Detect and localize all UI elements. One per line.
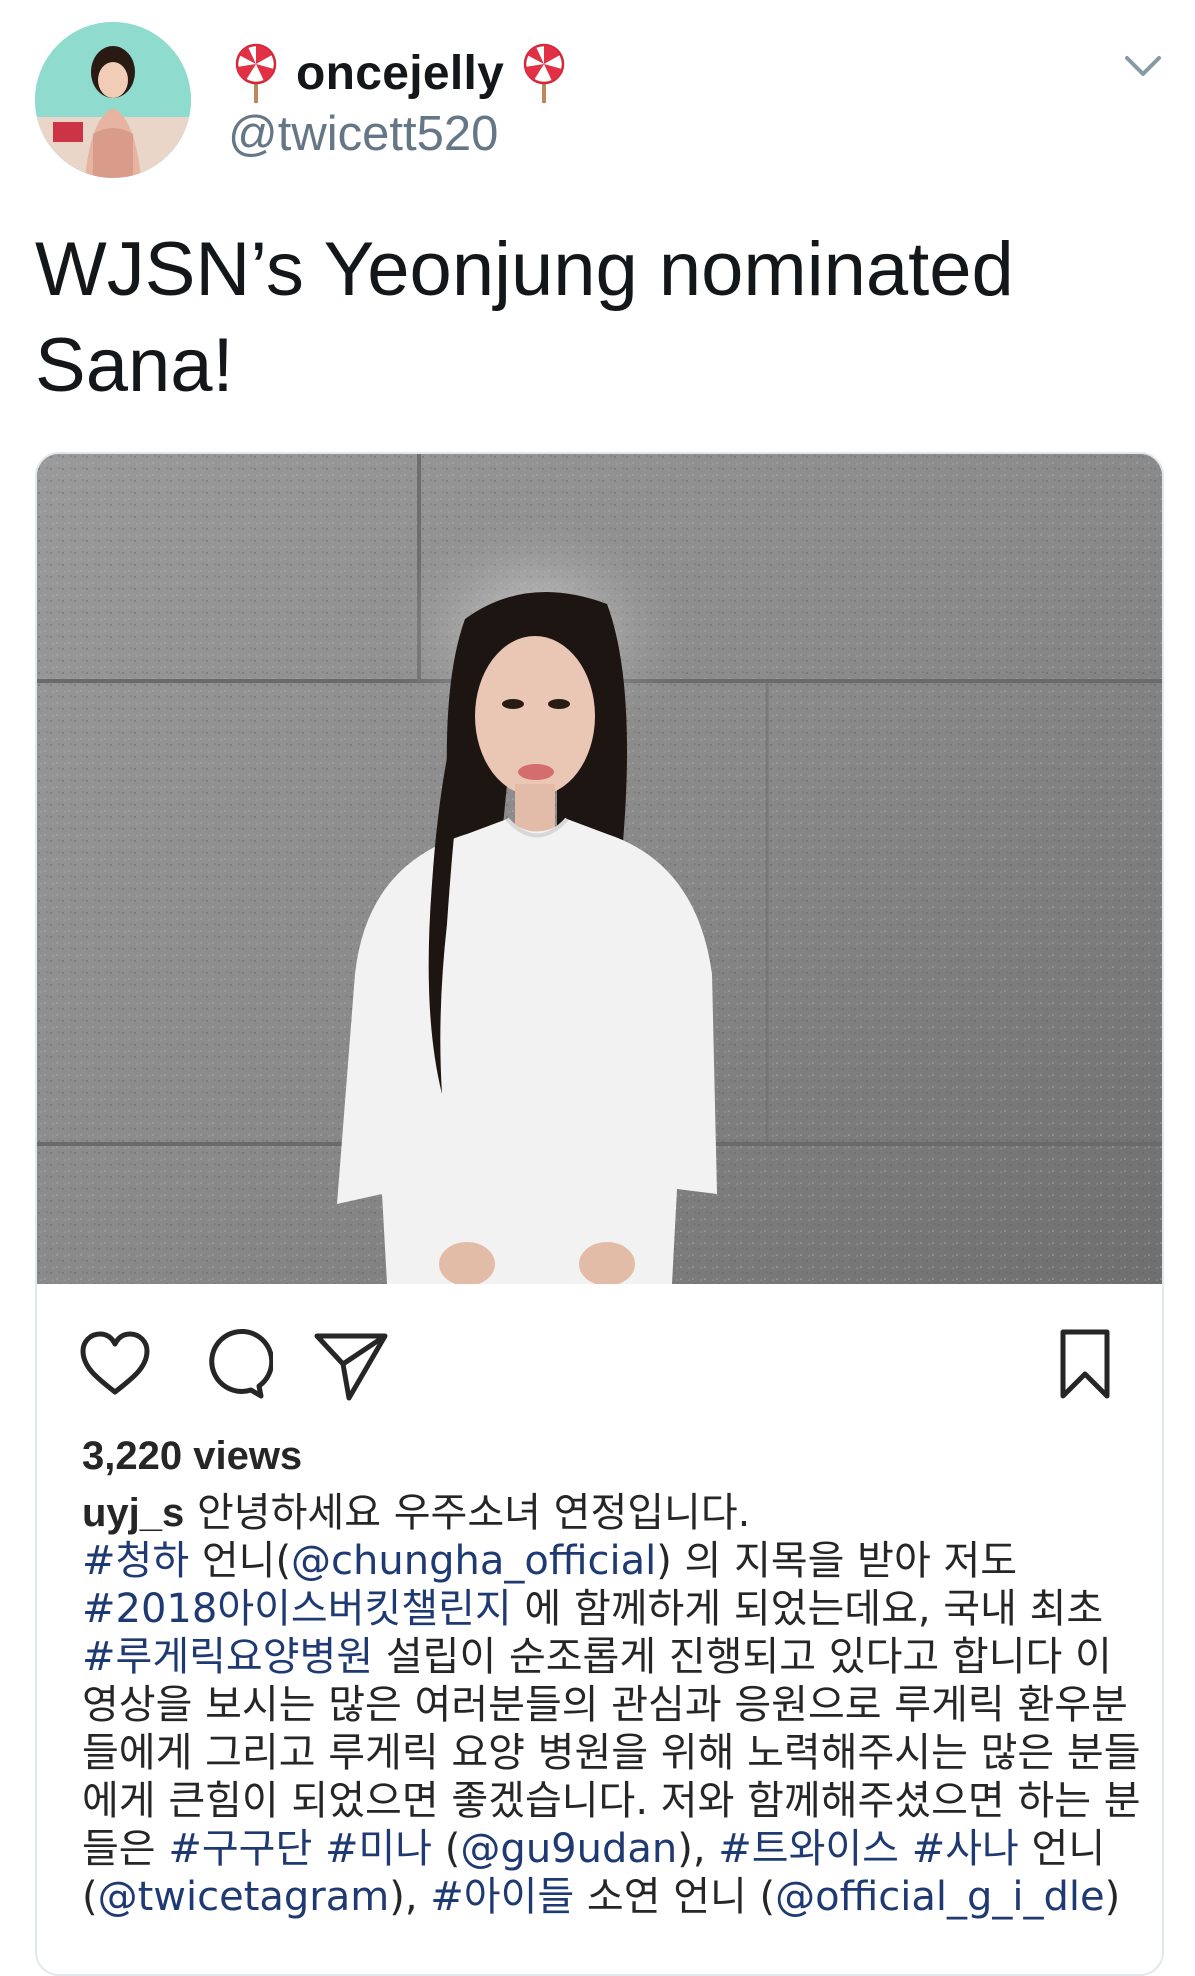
- video-still-image: [37, 454, 1162, 1284]
- caption-text: 언니(: [189, 1538, 292, 1584]
- caption-hashtag-link[interactable]: #사나: [912, 1826, 1019, 1872]
- caption-hashtag-link[interactable]: #아이들: [430, 1874, 574, 1920]
- caption-hashtag-link[interactable]: #트와이스: [718, 1826, 899, 1872]
- caption-text: 안녕하세요 우주소녀 연정입니다.: [184, 1490, 751, 1536]
- view-count: 3,220 views: [82, 1434, 303, 1478]
- caption-hashtag-link[interactable]: #청하: [82, 1538, 189, 1584]
- caption-text: [899, 1826, 912, 1872]
- avatar[interactable]: [35, 22, 191, 178]
- bookmark-icon[interactable]: [1045, 1324, 1125, 1404]
- caption-text: 소연 언니 (: [574, 1874, 776, 1920]
- caption-hashtag-link[interactable]: #루게릭요양병원: [82, 1634, 373, 1680]
- tweet-text: WJSN’s Yeonjung nominated Sana!: [35, 227, 1014, 408]
- avatar-image: [35, 22, 191, 178]
- caption-text: ) 의 지목을 받아 저도: [656, 1538, 1018, 1584]
- caption-hashtag-link[interactable]: #2018아이스버킷챌린지: [82, 1586, 512, 1632]
- post-caption: uyj_s 안녕하세요 우주소녀 연정입니다. #청하 언니(@chungha_o…: [82, 1489, 1142, 1921]
- caption-mention-link[interactable]: @twicetagram: [98, 1874, 390, 1920]
- paper-plane-icon[interactable]: [311, 1324, 391, 1404]
- caption-text: (: [432, 1826, 461, 1872]
- caption-mention-link[interactable]: @official_g_i_dle: [775, 1874, 1105, 1920]
- heart-icon[interactable]: [75, 1324, 155, 1404]
- media-card[interactable]: 3,220 views uyj_s 안녕하세요 우주소녀 연정입니다. #청하 언…: [35, 452, 1164, 1976]
- chevron-down-icon[interactable]: [1121, 50, 1165, 80]
- user-handle[interactable]: @twicett520: [228, 106, 498, 162]
- caption-text: ),: [389, 1874, 431, 1920]
- instagram-post-panel: 3,220 views uyj_s 안녕하세요 우주소녀 연정입니다. #청하 언…: [37, 1284, 1162, 1974]
- caption-text: ): [1104, 1874, 1121, 1920]
- caption-hashtag-link[interactable]: #구구단: [168, 1826, 312, 1872]
- instagram-action-bar: [75, 1324, 1125, 1404]
- display-name: oncejelly: [296, 46, 505, 100]
- caption-username[interactable]: uyj_s: [82, 1491, 184, 1535]
- caption-text: ),: [677, 1826, 719, 1872]
- video-frame[interactable]: [37, 454, 1162, 1284]
- comment-bubble-icon[interactable]: [193, 1324, 273, 1404]
- caption-text: 에 함께하게 되었는데요, 국내 최초: [511, 1586, 1104, 1632]
- caption-hashtag-link[interactable]: #미나: [325, 1826, 432, 1872]
- caption-mention-link[interactable]: @chungha_official: [291, 1538, 656, 1584]
- lollipop-icon: [523, 43, 565, 103]
- caption-text: [312, 1826, 325, 1872]
- lollipop-icon: [235, 43, 277, 103]
- caption-mention-link[interactable]: @gu9udan: [460, 1826, 677, 1872]
- display-name-row[interactable]: oncejelly: [230, 38, 570, 108]
